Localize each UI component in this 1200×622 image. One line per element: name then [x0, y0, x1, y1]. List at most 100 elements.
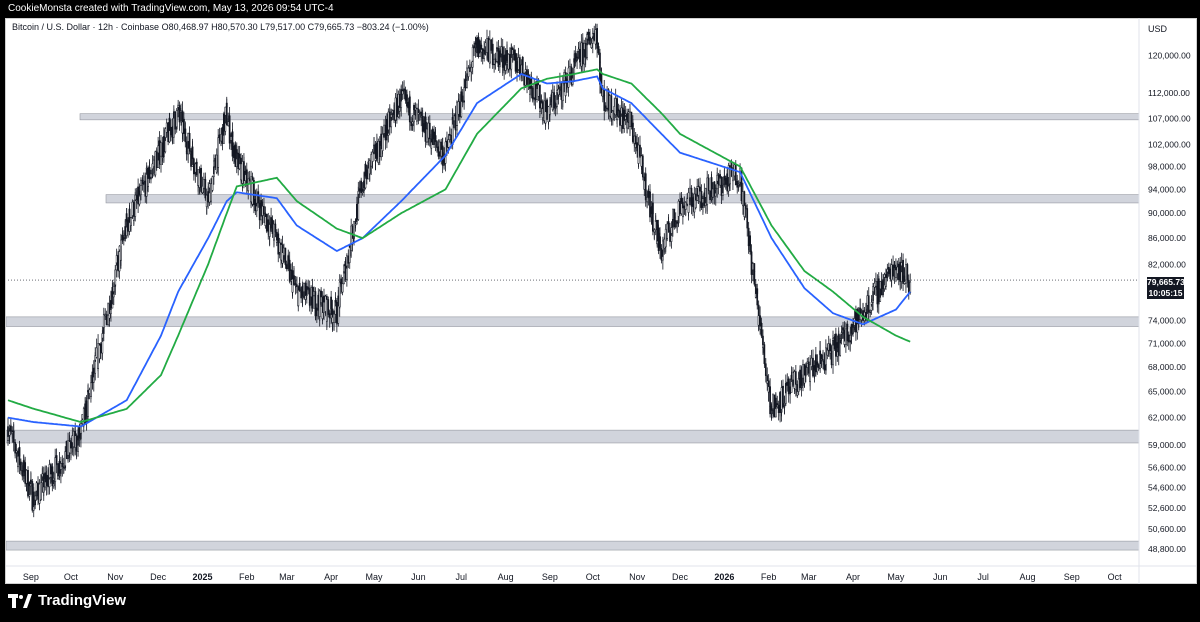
candle-body — [397, 93, 400, 107]
candle-body — [737, 184, 740, 186]
candle-body — [873, 282, 876, 288]
tradingview-logo[interactable]: TradingView — [8, 592, 126, 609]
candle-body — [104, 314, 107, 317]
candle-body — [823, 361, 826, 371]
candle-body — [201, 185, 204, 193]
candle-body — [250, 176, 252, 203]
candle-body — [816, 361, 819, 365]
y-tick-label: 90,000.00 — [1148, 208, 1186, 218]
candle-body — [581, 42, 584, 65]
candle-body — [529, 88, 531, 95]
candle-body — [291, 278, 294, 293]
candle-body — [34, 495, 37, 501]
candle-body — [554, 103, 557, 107]
candle-body — [270, 217, 272, 229]
candle-body — [278, 242, 281, 253]
candle-body — [134, 199, 137, 217]
candle-body — [513, 53, 516, 60]
candle-body — [577, 48, 580, 52]
candle-body — [191, 146, 194, 159]
candle-body — [556, 90, 558, 93]
candle-body — [350, 225, 353, 251]
candle-body — [230, 136, 232, 141]
candle-body — [773, 414, 776, 418]
candle-body — [889, 268, 892, 280]
candle-body — [686, 198, 689, 205]
candle-body — [537, 84, 540, 97]
candle-body — [704, 188, 707, 198]
candle-body — [134, 194, 137, 200]
candle-body — [626, 122, 628, 129]
candle-body — [680, 198, 683, 203]
candle-body — [517, 57, 520, 70]
candle-body — [128, 208, 131, 223]
candle-body — [264, 216, 267, 226]
candle-body — [772, 394, 774, 409]
candle-body — [804, 365, 807, 368]
candle-body — [501, 64, 504, 68]
candle-body — [633, 135, 636, 144]
candle-body — [643, 180, 646, 190]
candle-body — [503, 55, 506, 71]
candle-body — [777, 407, 780, 413]
support-resistance-zone — [6, 540, 1140, 551]
candle-body — [499, 50, 501, 58]
candle-body — [586, 34, 588, 40]
candle-body — [693, 193, 696, 213]
candle-body — [273, 223, 275, 241]
candle-body — [609, 95, 611, 117]
candle-body — [173, 111, 175, 113]
candle-body — [759, 326, 761, 330]
candle-body — [140, 179, 142, 186]
candle-body — [283, 247, 285, 256]
candle-body — [584, 57, 587, 59]
candle-body — [121, 235, 124, 241]
candle-body — [416, 108, 418, 122]
candle-body — [138, 190, 141, 195]
candle-body — [876, 302, 879, 305]
candle-body — [493, 58, 495, 65]
candle-body — [780, 387, 783, 410]
candle-body — [496, 47, 498, 49]
candle-body — [55, 455, 58, 465]
candle-body — [336, 322, 338, 325]
candle-body — [323, 295, 325, 303]
candle-body — [52, 477, 55, 481]
candle-body — [866, 295, 869, 306]
candle-body — [601, 89, 604, 97]
candle-body — [544, 111, 547, 124]
candle-body — [94, 359, 97, 374]
candle-body — [301, 285, 304, 297]
candle-body — [11, 431, 14, 434]
candle-body — [753, 270, 756, 285]
candle-body — [547, 106, 550, 123]
candle-body — [217, 137, 220, 168]
candle-body — [869, 310, 872, 313]
candle-body — [576, 56, 578, 59]
candle-body — [187, 133, 190, 142]
candle-body — [444, 141, 447, 155]
candle-body — [64, 451, 67, 466]
candle-body — [210, 183, 212, 202]
candle-body — [15, 450, 18, 453]
candle-body — [546, 99, 548, 113]
candle-body — [446, 140, 448, 148]
candle-body — [802, 364, 804, 379]
candle-body — [760, 322, 763, 337]
candle-body — [388, 111, 391, 128]
candle-body — [61, 462, 64, 468]
candle-body — [764, 374, 767, 376]
price-chart[interactable]: USD 120,000.00 112,000.00 107,000.00 102,000… — [6, 18, 1196, 584]
candle-body — [101, 333, 104, 339]
candle-body — [594, 29, 597, 45]
candle-body — [253, 189, 255, 206]
candle-body — [656, 240, 658, 244]
candle-body — [587, 31, 590, 41]
candle-body — [649, 191, 651, 218]
candle-body — [68, 441, 71, 453]
candle-body — [569, 66, 571, 73]
candle-body — [809, 364, 811, 383]
candle-body — [151, 163, 154, 169]
candle-body — [32, 491, 35, 506]
candle-body — [521, 57, 524, 74]
